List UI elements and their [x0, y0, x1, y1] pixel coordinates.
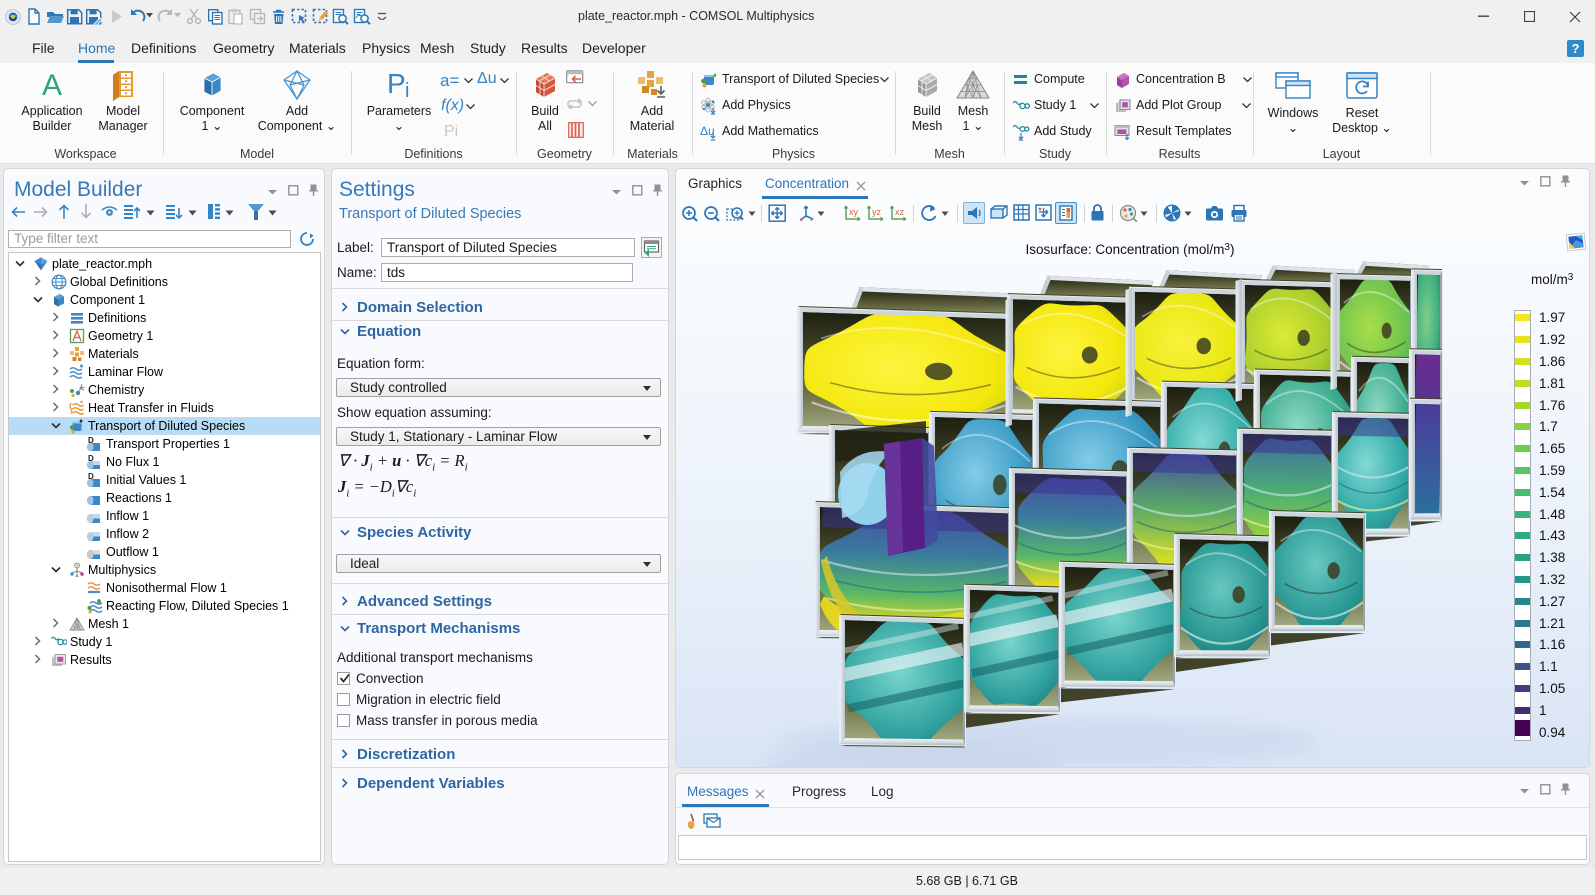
svg-text:xy: xy [849, 207, 859, 217]
svg-text:D: D [88, 472, 94, 481]
svg-text:A: A [42, 69, 62, 101]
svg-text:xz: xz [895, 207, 905, 217]
svg-text:yz: yz [872, 207, 882, 217]
svg-text:D: D [88, 454, 94, 463]
svg-text:P: P [387, 68, 406, 99]
svg-text:i: i [405, 80, 409, 101]
svg-text:D: D [88, 436, 94, 445]
